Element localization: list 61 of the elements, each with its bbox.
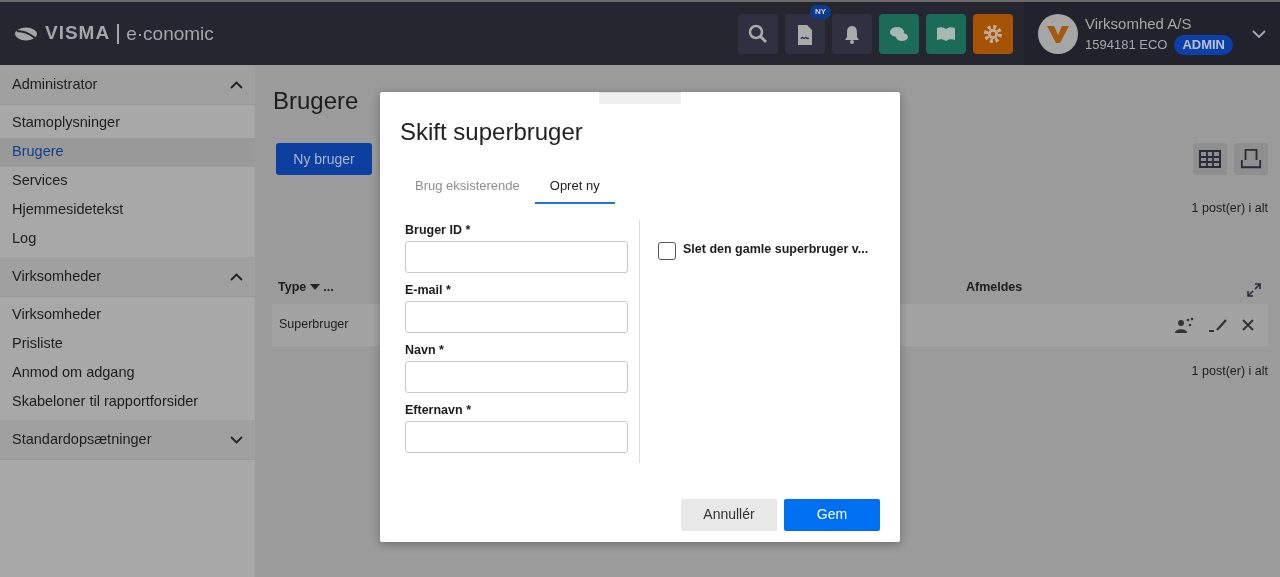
cancel-button[interactable]: Annullér (681, 498, 777, 531)
sort-caret-icon[interactable] (309, 284, 320, 291)
print-button[interactable] (1234, 143, 1268, 175)
checkbox-label: Slet den gamle superbruger v... (683, 241, 869, 257)
tab[interactable]: Opret ny (534, 170, 615, 204)
toolbar-button[interactable] (738, 13, 778, 54)
sidebar-item[interactable]: Services (0, 166, 255, 196)
company-avatar (1038, 13, 1078, 54)
sidebar-item[interactable]: Skabeloner til rapportforsider (0, 387, 255, 417)
checkbox[interactable] (658, 241, 676, 260)
field-label: Bruger ID * (405, 222, 472, 238)
toolbar-button[interactable] (973, 13, 1013, 54)
print-icon (1240, 148, 1262, 170)
sidebar-item[interactable]: Log (0, 224, 255, 254)
record-count: 1 post(er) i alt (1191, 200, 1268, 217)
table-cell-text: Superbruger (279, 316, 349, 334)
field-label: Navn * (405, 342, 445, 358)
input-field[interactable] (405, 300, 628, 333)
input-field[interactable] (405, 360, 628, 393)
close-icon[interactable] (1242, 318, 1254, 331)
sidebar-section-header[interactable]: Standardopsætninger (0, 420, 255, 460)
company-name: Virksomhed A/S (1085, 13, 1193, 34)
sidebar-item[interactable]: Hjemmesidetekst (0, 195, 255, 225)
sidebar-item[interactable]: Prisliste (0, 329, 255, 359)
input-field[interactable] (405, 420, 628, 453)
new-user-button[interactable]: Ny bruger (276, 143, 372, 175)
toolbar-button[interactable] (926, 13, 966, 54)
sidebar-item[interactable]: Virksomheder (0, 300, 255, 330)
table-view-button[interactable] (1193, 143, 1227, 175)
toolbar-button[interactable] (785, 13, 825, 54)
account-number: 1594181 ECO (1085, 36, 1168, 54)
sidebar-item[interactable]: Stamoplysninger (0, 108, 255, 138)
new-badge: NY (810, 4, 832, 19)
settings-icon (982, 22, 1004, 45)
table-icon (1199, 150, 1221, 168)
chevron-down-icon[interactable] (1252, 29, 1266, 38)
logo-icon (14, 26, 38, 41)
record-count: 1 post(er) i alt (1191, 362, 1268, 380)
expand-icon[interactable] (1247, 282, 1261, 297)
column-header[interactable]: Type (278, 277, 307, 297)
page-title: Brugere (273, 87, 359, 114)
product-name: e·conomic (117, 23, 214, 44)
edit-icon[interactable] (1208, 317, 1228, 332)
brand-name: VISMA (45, 21, 111, 46)
input-field[interactable] (405, 240, 628, 273)
sidebar-item[interactable]: Brugere (0, 137, 255, 167)
sidebar-item[interactable]: Anmod om adgang (0, 358, 255, 388)
column-header[interactable]: Afmeldes (966, 277, 1023, 297)
sidebar-section-header[interactable]: Administrator (0, 65, 255, 105)
dialog-title: Skift superbruger (399, 117, 584, 147)
role-badge: ADMIN (1174, 35, 1233, 55)
toolbar-button[interactable] (832, 13, 872, 54)
search-icon (747, 22, 769, 45)
toolbar-button[interactable] (879, 13, 919, 54)
column-more[interactable]: ... (323, 277, 334, 297)
users-icon[interactable] (1174, 316, 1194, 333)
field-label: Efternavn * (405, 402, 472, 418)
save-button[interactable]: Gem (784, 498, 880, 531)
drag-handle[interactable] (599, 92, 681, 104)
field-label: E-mail * (405, 282, 452, 298)
sidebar-section-header[interactable]: Virksomheder (0, 257, 255, 297)
